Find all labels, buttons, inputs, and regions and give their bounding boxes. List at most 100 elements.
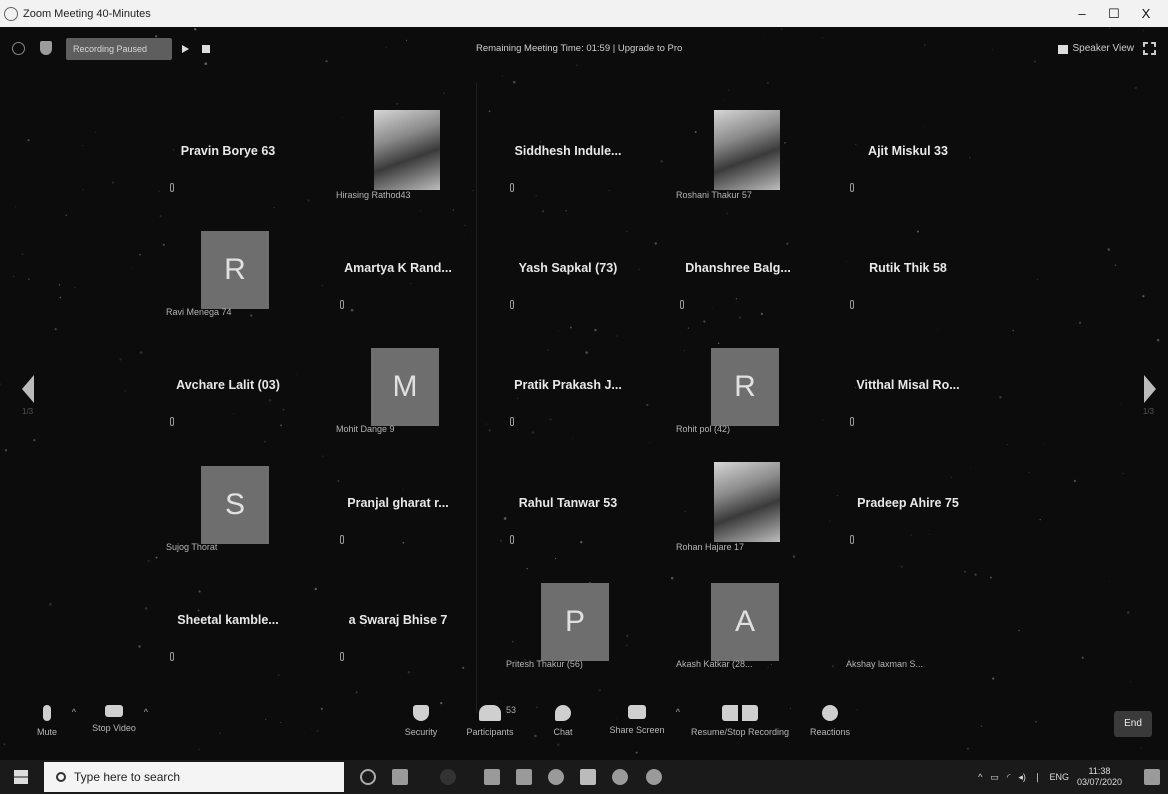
participant-tile[interactable]: A Akash Katkar (28...	[662, 579, 814, 671]
microphone-tray-icon[interactable]: ❘	[1034, 772, 1042, 783]
participant-tile[interactable]: Pravin Borye 63	[152, 110, 304, 202]
participant-avatar: P	[541, 583, 609, 661]
edge-browser-icon[interactable]	[440, 769, 456, 785]
muted-mic-icon	[510, 535, 514, 544]
participant-tile[interactable]: P Pritesh Thakur (56)	[492, 579, 644, 671]
participant-name: Avchare Lalit (03)	[176, 378, 280, 392]
minimize-button[interactable]: –	[1066, 6, 1098, 21]
mute-label: Mute	[36, 727, 57, 737]
participant-tile[interactable]: Avchare Lalit (03)	[152, 344, 304, 436]
participant-tile[interactable]: Pradeep Ahire 75	[832, 462, 984, 554]
window-controls: – ☐ X	[1066, 0, 1162, 27]
muted-mic-icon	[510, 300, 514, 309]
participants-label: Participants	[466, 727, 514, 737]
app-icon[interactable]	[612, 769, 628, 785]
stop-video-button[interactable]: Stop Video ^	[92, 705, 148, 733]
encryption-shield-icon[interactable]	[40, 41, 52, 55]
reactions-smiley-icon	[822, 705, 838, 721]
speaker-view-icon	[1058, 44, 1069, 54]
notifications-icon[interactable]	[1144, 769, 1160, 785]
participant-tile[interactable]: Rahul Tanwar 53	[492, 462, 644, 554]
volume-icon[interactable]: ◂)	[1018, 772, 1026, 783]
participant-profile-photo	[374, 110, 440, 190]
participants-button[interactable]: Participants 53	[462, 705, 518, 737]
reactions-button[interactable]: Reactions	[804, 705, 856, 737]
participant-tile[interactable]: R Rohit pol (42)	[662, 344, 814, 436]
participant-tile[interactable]: Pranjal gharat r...	[322, 462, 474, 554]
participant-name: Akash Katkar (28...	[676, 659, 753, 669]
participant-tile[interactable]: Yash Sapkal (73)	[492, 227, 644, 319]
mute-button[interactable]: Mute ^	[30, 705, 76, 737]
search-icon	[56, 772, 66, 782]
participant-name: Pranjal gharat r...	[347, 496, 449, 510]
share-screen-icon	[628, 705, 646, 719]
battery-icon[interactable]: ▭	[990, 772, 999, 783]
resume-recording-icon[interactable]	[182, 45, 189, 53]
mail-icon[interactable]	[484, 769, 500, 785]
close-button[interactable]: X	[1130, 6, 1162, 21]
language-indicator[interactable]: ENG	[1049, 772, 1069, 782]
chat-button[interactable]: Chat	[546, 705, 580, 737]
participant-tile[interactable]: Siddhesh Indule...	[492, 110, 644, 202]
participant-tile[interactable]: M Mohit Dange 9	[322, 344, 474, 436]
participant-tile[interactable]: Roshani Thakur 57	[662, 110, 814, 202]
cortana-icon[interactable]	[360, 769, 376, 785]
resume-stop-recording-button[interactable]: Resume/Stop Recording	[684, 705, 796, 737]
end-meeting-button[interactable]: End	[1114, 711, 1152, 737]
participant-tile[interactable]: a Swaraj Bhise 7	[322, 579, 474, 671]
muted-mic-icon	[340, 300, 344, 309]
muted-mic-icon	[680, 300, 684, 309]
participant-avatar: A	[711, 583, 779, 661]
share-options-chevron-icon[interactable]: ^	[676, 707, 680, 717]
participant-tile[interactable]: Ajit Miskul 33	[832, 110, 984, 202]
participant-tile[interactable]: Amartya K Rand...	[322, 227, 474, 319]
participant-tile[interactable]: Pratik Prakash J...	[492, 344, 644, 436]
page-indicator-right: 1/3	[1142, 407, 1154, 416]
participant-tile[interactable]: Dhanshree Balg...	[662, 227, 814, 319]
meeting-top-bar: Recording Paused Remaining Meeting Time:…	[0, 38, 1168, 60]
chrome-icon[interactable]	[646, 769, 662, 785]
participant-tile[interactable]: R Ravi Menega 74	[152, 227, 304, 319]
remaining-time-text[interactable]: Remaining Meeting Time: 01:59 | Upgrade …	[476, 38, 682, 60]
taskbar-search-box[interactable]: Type here to search	[44, 762, 344, 792]
previous-page-arrow-icon[interactable]	[22, 375, 34, 403]
participant-tile[interactable]: Sheetal kamble...	[152, 579, 304, 671]
network-icon[interactable]: ◜	[1007, 772, 1011, 783]
windows-start-icon[interactable]	[14, 770, 28, 784]
audio-options-chevron-icon[interactable]: ^	[72, 707, 76, 717]
info-icon[interactable]	[12, 42, 25, 55]
task-view-icon[interactable]	[392, 769, 408, 785]
participant-tile[interactable]: S Sujog Thorat	[152, 462, 304, 554]
show-hidden-icons-chevron-icon[interactable]: ^	[978, 772, 982, 782]
muted-mic-icon	[510, 417, 514, 426]
participant-name: Yash Sapkal (73)	[518, 261, 618, 275]
participant-name: Pritesh Thakur (56)	[506, 659, 583, 669]
speaker-view-button[interactable]: Speaker View	[1058, 38, 1134, 60]
clock[interactable]: 11:38 03/07/2020	[1077, 766, 1122, 788]
stop-video-label: Stop Video	[92, 723, 136, 733]
stop-recording-icon[interactable]	[202, 45, 210, 53]
share-screen-button[interactable]: Share Screen ^	[606, 705, 680, 735]
participant-name: Roshani Thakur 57	[676, 190, 752, 200]
participant-tile[interactable]: Rutik Thik 58	[832, 227, 984, 319]
participant-tile[interactable]: Vitthal Misal Ro...	[832, 344, 984, 436]
participant-tile[interactable]: Rohan Hajare 17	[662, 462, 814, 554]
participant-tile[interactable]: Hirasing Rathod43	[322, 110, 474, 202]
meeting-controls: Mute ^ Stop Video ^ Security Participant…	[0, 697, 1168, 759]
chat-bubble-icon	[555, 705, 571, 721]
fullscreen-icon[interactable]	[1143, 42, 1156, 55]
share-screen-label: Share Screen	[609, 725, 665, 735]
next-page-arrow-icon[interactable]	[1144, 375, 1156, 403]
maximize-button[interactable]: ☐	[1098, 6, 1130, 22]
muted-mic-icon	[340, 652, 344, 661]
video-options-chevron-icon[interactable]: ^	[144, 707, 148, 717]
shield-icon	[413, 705, 429, 721]
store-icon[interactable]	[516, 769, 532, 785]
browser-icon[interactable]	[548, 769, 564, 785]
security-button[interactable]: Security	[396, 705, 446, 737]
participant-name: Siddhesh Indule...	[514, 144, 622, 158]
chat-label: Chat	[553, 727, 573, 737]
participant-tile[interactable]: Akshay laxman S...	[832, 579, 984, 671]
participant-avatar: R	[201, 231, 269, 309]
zoom-taskbar-icon[interactable]	[580, 769, 596, 785]
